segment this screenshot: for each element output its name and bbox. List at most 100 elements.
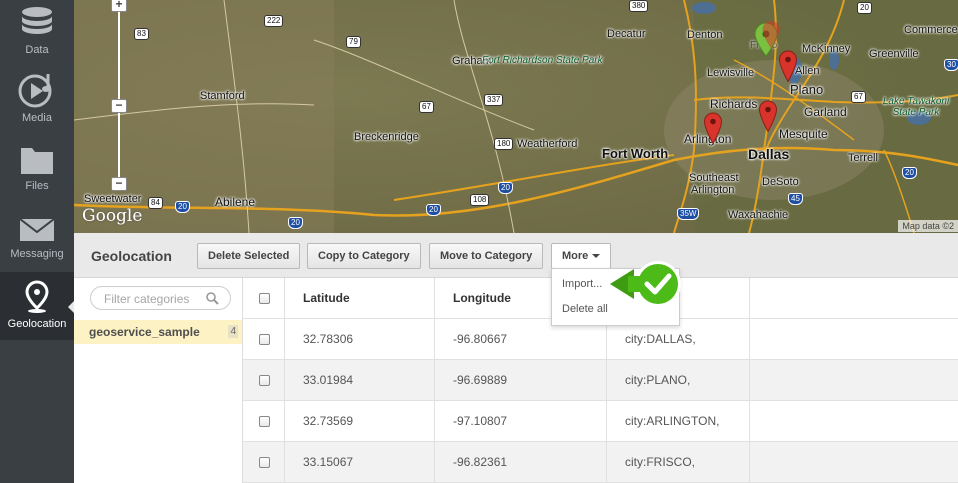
route-shield: 67 bbox=[851, 91, 866, 103]
category-search-placeholder: Filter categories bbox=[104, 292, 190, 306]
map-label-terrell: Terrell bbox=[848, 152, 878, 164]
map-marker-dallas[interactable] bbox=[758, 100, 778, 134]
row-checkbox[interactable] bbox=[259, 457, 270, 468]
zoom-control: + − − bbox=[111, 0, 127, 200]
map-label-waxahachie: Waxahachie bbox=[728, 209, 789, 221]
map-label-lake-tawakoni-park: Lake Tawakoni State Park bbox=[882, 96, 950, 118]
folder-icon bbox=[0, 144, 74, 176]
nav-label-geolocation: Geolocation bbox=[7, 318, 67, 330]
zoom-track[interactable] bbox=[118, 12, 120, 182]
row-checkbox[interactable] bbox=[259, 416, 270, 427]
interstate-shield: 45 bbox=[788, 193, 803, 205]
categories-panel: Filter categories geoservice_sample 4 bbox=[74, 278, 243, 483]
longitude-cell: -96.82361 bbox=[435, 442, 607, 483]
zoom-in-button[interactable]: + bbox=[111, 0, 127, 12]
latitude-cell: 33.01984 bbox=[285, 360, 435, 401]
map-label-mckinney: McKinney bbox=[802, 43, 851, 55]
map-label-fort-richardson-park: Fort Richardson State Park bbox=[482, 55, 603, 66]
nav-label-files: Files bbox=[25, 180, 49, 192]
map-label-decatur: Decatur bbox=[607, 28, 646, 40]
nav-item-files[interactable]: Files bbox=[0, 136, 74, 204]
map-label-greenville: Greenville bbox=[869, 48, 919, 60]
move-to-category-button[interactable]: Move to Category bbox=[429, 243, 544, 269]
map-label-breckenridge: Breckenridge bbox=[354, 131, 419, 143]
route-shield: 180 bbox=[494, 138, 514, 150]
menu-item-delete-all[interactable]: Delete all bbox=[562, 303, 608, 315]
menu-item-import[interactable]: Import... bbox=[562, 278, 602, 290]
interstate-shield: 30 bbox=[944, 59, 958, 71]
map-label-southeast-arlington: Arlington bbox=[691, 184, 735, 196]
database-icon bbox=[0, 4, 74, 40]
select-all-checkbox[interactable] bbox=[259, 293, 270, 304]
table-row[interactable]: 32.73569 -97.10807 city:ARLINGTON, bbox=[243, 401, 958, 442]
map-label-mesquite: Mesquite bbox=[779, 127, 828, 141]
media-play-icon bbox=[0, 72, 74, 108]
row-checkbox[interactable] bbox=[259, 334, 270, 345]
zoom-slider-handle[interactable]: − bbox=[111, 99, 127, 113]
row-select-cell bbox=[243, 360, 285, 401]
map-label-southeast: Southeast bbox=[689, 172, 739, 184]
map-label-allen: Allen bbox=[795, 65, 820, 77]
delete-selected-button[interactable]: Delete Selected bbox=[197, 243, 301, 269]
map-label-dallas: Dallas bbox=[748, 146, 790, 162]
interstate-shield: 20 bbox=[175, 201, 190, 213]
row-select-cell bbox=[243, 319, 285, 360]
meta-cell: city:PLANO, bbox=[607, 360, 750, 401]
nav-item-data[interactable]: Data bbox=[0, 0, 74, 68]
zoom-out-button[interactable]: − bbox=[111, 177, 127, 191]
route-shield: 79 bbox=[346, 36, 361, 48]
envelope-icon bbox=[0, 216, 74, 244]
search-icon bbox=[206, 292, 219, 310]
map-label-plano: Plano bbox=[790, 82, 824, 97]
interstate-shield: 20 bbox=[902, 167, 917, 179]
meta-cell: city:ARLINGTON, bbox=[607, 401, 750, 442]
route-shield: 222 bbox=[264, 15, 284, 27]
map-label-garland: Garland bbox=[804, 105, 847, 119]
longitude-cell: -97.10807 bbox=[435, 401, 607, 442]
map-attribution[interactable]: Map data ©2 bbox=[898, 220, 958, 232]
nav-label-data: Data bbox=[25, 44, 49, 56]
map-view[interactable]: + − − Denton Decatur McKinney Greenville… bbox=[74, 0, 958, 233]
map-label-denton: Denton bbox=[687, 29, 723, 41]
row-select-cell bbox=[243, 442, 285, 483]
more-dropdown-button[interactable]: More bbox=[551, 243, 612, 269]
route-shield: 67 bbox=[419, 101, 434, 113]
row-select-cell bbox=[243, 401, 285, 442]
nav-label-messaging: Messaging bbox=[10, 248, 64, 260]
route-shield: 108 bbox=[470, 194, 490, 206]
column-header-latitude[interactable]: Latitude bbox=[285, 278, 435, 319]
category-name: geoservice_sample bbox=[89, 325, 200, 339]
longitude-cell: -96.69889 bbox=[435, 360, 607, 401]
row-checkbox[interactable] bbox=[259, 375, 270, 386]
map-pin-icon bbox=[0, 280, 74, 314]
page-title: Geolocation bbox=[91, 248, 172, 264]
table-row[interactable]: 33.01984 -96.69889 city:PLANO, bbox=[243, 360, 958, 401]
map-label-abilene: Abilene bbox=[215, 195, 256, 209]
category-item[interactable]: geoservice_sample 4 bbox=[74, 320, 242, 344]
map-label-desoto: DeSoto bbox=[762, 176, 799, 188]
more-label: More bbox=[562, 250, 589, 262]
copy-to-category-button[interactable]: Copy to Category bbox=[307, 243, 421, 269]
route-shield: 20 bbox=[857, 2, 872, 14]
table-row[interactable]: 33.15067 -96.82361 city:FRISCO, bbox=[243, 442, 958, 483]
google-logo: Google bbox=[82, 206, 143, 226]
category-count-badge: 4 bbox=[228, 325, 238, 338]
map-label-fort-worth: Fort Worth bbox=[602, 146, 669, 161]
map-marker-plano[interactable] bbox=[778, 50, 798, 84]
map-label-richardson: Richards bbox=[710, 97, 758, 111]
latitude-cell: 33.15067 bbox=[285, 442, 435, 483]
select-all-cell bbox=[243, 278, 285, 319]
latitude-cell: 32.78306 bbox=[285, 319, 435, 360]
nav-item-geolocation[interactable]: Geolocation bbox=[0, 272, 75, 340]
nav-label-media: Media bbox=[22, 112, 52, 124]
geolocation-toolbar: Geolocation Delete Selected Copy to Cate… bbox=[74, 233, 958, 278]
map-marker-frisco[interactable] bbox=[761, 20, 781, 50]
map-label-commerce: Commerce bbox=[904, 24, 958, 36]
nav-item-media[interactable]: Media bbox=[0, 68, 74, 136]
map-marker-arlington[interactable] bbox=[703, 112, 723, 146]
map-label-lewisville: Lewisville bbox=[707, 67, 755, 79]
check-callout-icon bbox=[610, 261, 681, 307]
category-search-field[interactable]: Filter categories bbox=[90, 286, 231, 310]
nav-item-messaging[interactable]: Messaging bbox=[0, 204, 74, 272]
interstate-shield: 35W bbox=[677, 208, 700, 220]
